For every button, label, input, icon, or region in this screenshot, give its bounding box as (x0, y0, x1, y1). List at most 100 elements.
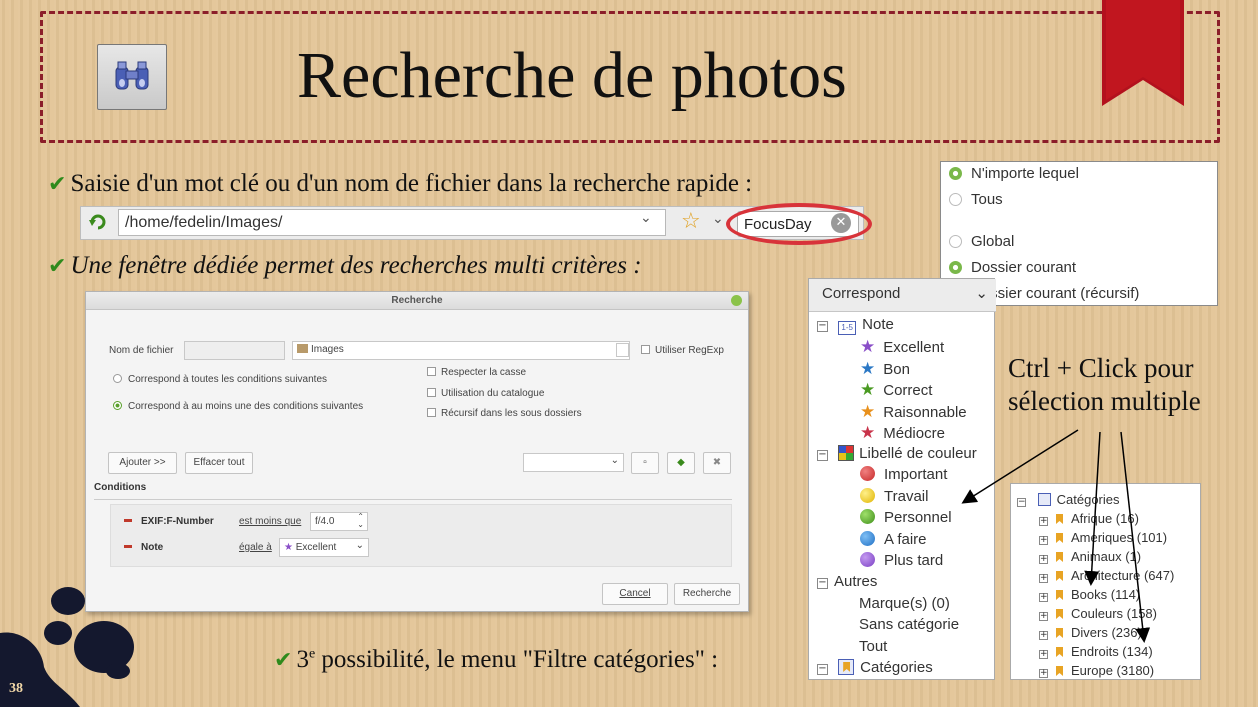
tree-node-autres[interactable]: − Autres (817, 573, 877, 590)
expand-icon[interactable]: + (1039, 612, 1048, 621)
cat-item[interactable]: + Europe (3180) (1039, 663, 1154, 678)
collapse-icon[interactable]: − (817, 321, 828, 332)
refresh-icon[interactable] (88, 212, 108, 237)
collapse-icon[interactable]: − (1017, 498, 1026, 507)
tree-item-mediocre[interactable]: ★ Médiocre (860, 423, 945, 443)
radio-match-all[interactable]: Correspond à toutes les conditions suiva… (113, 374, 327, 385)
condition-operator[interactable]: est moins que (239, 516, 301, 527)
radio-all[interactable]: Tous (949, 191, 1003, 208)
delete-preset-icon[interactable]: ✖ (703, 452, 731, 474)
folder-select[interactable]: Images ⌄ (292, 341, 630, 360)
clear-all-button[interactable]: Effacer tout (185, 452, 253, 474)
star-icon[interactable]: ☆ (681, 209, 701, 234)
remove-condition-icon[interactable] (124, 542, 132, 553)
filename-input[interactable] (184, 341, 285, 360)
collapse-icon[interactable]: − (817, 578, 828, 589)
check-icon: ✔ (48, 172, 67, 197)
tree-node-color-label[interactable]: − Libellé de couleur (817, 445, 977, 462)
tree-item-travail[interactable]: Travail (860, 488, 928, 505)
apply-preset-icon[interactable]: ◆ (667, 452, 695, 474)
radio-label: Dossier courant (971, 259, 1077, 276)
condition-value-select[interactable]: ★ Excellent ⌄ (279, 538, 369, 557)
orange-star-icon: ★ (860, 402, 876, 422)
tree-item-correct[interactable]: ★ Correct (860, 380, 932, 400)
match-combo[interactable]: Correspond ⌄ (809, 279, 996, 312)
cat-item[interactable]: + Divers (236) (1039, 625, 1142, 640)
tree-item-bon[interactable]: ★ Bon (860, 359, 910, 379)
preset-select[interactable]: ⌄ (523, 453, 624, 472)
chevron-down-icon: ⌄ (610, 455, 619, 466)
bookmark-icon (1056, 647, 1063, 657)
cat-label: Europe (3180) (1071, 663, 1155, 678)
tree-item-personnel[interactable]: Personnel (860, 509, 952, 526)
tree-item-sans-categorie[interactable]: Sans catégorie (859, 616, 959, 633)
cat-item[interactable]: + Ameriques (101) (1039, 530, 1167, 545)
case-checkbox[interactable]: Respecter la casse (427, 367, 526, 378)
condition-operator[interactable]: égale à (239, 542, 272, 553)
cat-item[interactable]: + Animaux (1) (1039, 549, 1141, 564)
cat-item[interactable]: + Architecture (647) (1039, 568, 1174, 583)
add-button[interactable]: Ajouter >> (108, 452, 177, 474)
tree-label: Bon (883, 361, 910, 378)
tree-item-raisonnable[interactable]: ★ Raisonnable (860, 402, 967, 422)
cat-item[interactable]: + Couleurs (158) (1039, 606, 1157, 621)
categories-icon (838, 659, 855, 675)
tree-item-marques[interactable]: Marque(s) (0) (859, 595, 950, 612)
bookmark-icon (1056, 666, 1063, 676)
expand-icon[interactable]: + (1039, 631, 1048, 640)
remove-condition-icon[interactable] (124, 516, 132, 527)
save-preset-icon[interactable]: ▫ (631, 452, 659, 474)
tree-label: Catégories (860, 659, 933, 676)
tree-label: Raisonnable (883, 404, 967, 421)
cat-label: Books (114) (1071, 587, 1141, 602)
condition-value-spinner[interactable]: f/4.0 ⌃ ⌄ (310, 512, 368, 531)
regexp-checkbox[interactable]: Utiliser RegExp (641, 345, 724, 356)
bullet-filter-menu: ✔ 3e possibilité, le menu "Filtre catégor… (274, 646, 718, 674)
page-number: 38 (9, 681, 23, 696)
expand-icon[interactable]: + (1039, 593, 1048, 602)
folder-browse-button[interactable] (616, 343, 629, 357)
expand-icon[interactable]: + (1039, 669, 1048, 678)
collapse-icon[interactable]: − (817, 664, 828, 675)
purple-star-icon: ★ (284, 542, 293, 553)
search-button[interactable]: Recherche (674, 583, 740, 605)
path-input[interactable]: /home/fedelin/Images/ (118, 209, 666, 236)
check-icon: ✔ (274, 648, 293, 673)
tree-item-tout[interactable]: Tout (859, 638, 887, 655)
cat-label: Architecture (647) (1071, 568, 1175, 583)
catalog-checkbox[interactable]: Utilisation du catalogue (427, 388, 544, 399)
expand-icon[interactable]: + (1039, 536, 1048, 545)
chevron-down-icon[interactable]: ⌄ (640, 210, 652, 226)
close-icon[interactable] (731, 295, 742, 306)
radio-current-folder[interactable]: Dossier courant (949, 259, 1076, 276)
tree-item-plus-tard[interactable]: Plus tard (860, 552, 943, 569)
tree-item-important[interactable]: Important (860, 466, 947, 483)
cat-item[interactable]: + Books (114) (1039, 587, 1140, 602)
tree-node-categories[interactable]: − Catégories (817, 659, 933, 676)
tree-item-a-faire[interactable]: A faire (860, 531, 927, 548)
star-menu-chevron-icon[interactable]: ⌄ (712, 211, 724, 227)
blue-dot-icon (860, 531, 875, 546)
radio-any[interactable]: N'importe lequel (949, 165, 1079, 182)
tree-item-excellent[interactable]: ★ Excellent (860, 337, 944, 357)
expand-icon[interactable]: + (1039, 517, 1048, 526)
cat-item[interactable]: + Endroits (134) (1039, 644, 1153, 659)
radio-match-any[interactable]: Correspond à au moins une des conditions… (113, 401, 363, 412)
cancel-button[interactable]: Cancel (602, 583, 668, 605)
radio-label: Global (971, 233, 1015, 250)
conditions-label: Conditions (94, 482, 147, 493)
category-filter-tree: Correspond ⌄ − 1-5 Note ★ Excellent ★ Bon ★… (808, 278, 996, 680)
expand-icon[interactable]: + (1039, 555, 1048, 564)
cat-root[interactable]: − Catégories (1017, 492, 1120, 507)
expand-icon[interactable]: + (1039, 650, 1048, 659)
recursive-checkbox[interactable]: Récursif dans les sous dossiers (427, 408, 582, 419)
cat-item[interactable]: + Afrique (16) (1039, 511, 1139, 526)
bookmark-icon (1056, 628, 1063, 638)
cat-label: Afrique (16) (1071, 511, 1139, 526)
bullet-text: 3 (296, 646, 309, 673)
tree-node-note[interactable]: − 1-5 Note (817, 316, 894, 335)
collapse-icon[interactable]: − (817, 450, 828, 461)
radio-global[interactable]: Global (949, 233, 1014, 250)
expand-icon[interactable]: + (1039, 574, 1048, 583)
green-dot-icon (860, 509, 875, 524)
